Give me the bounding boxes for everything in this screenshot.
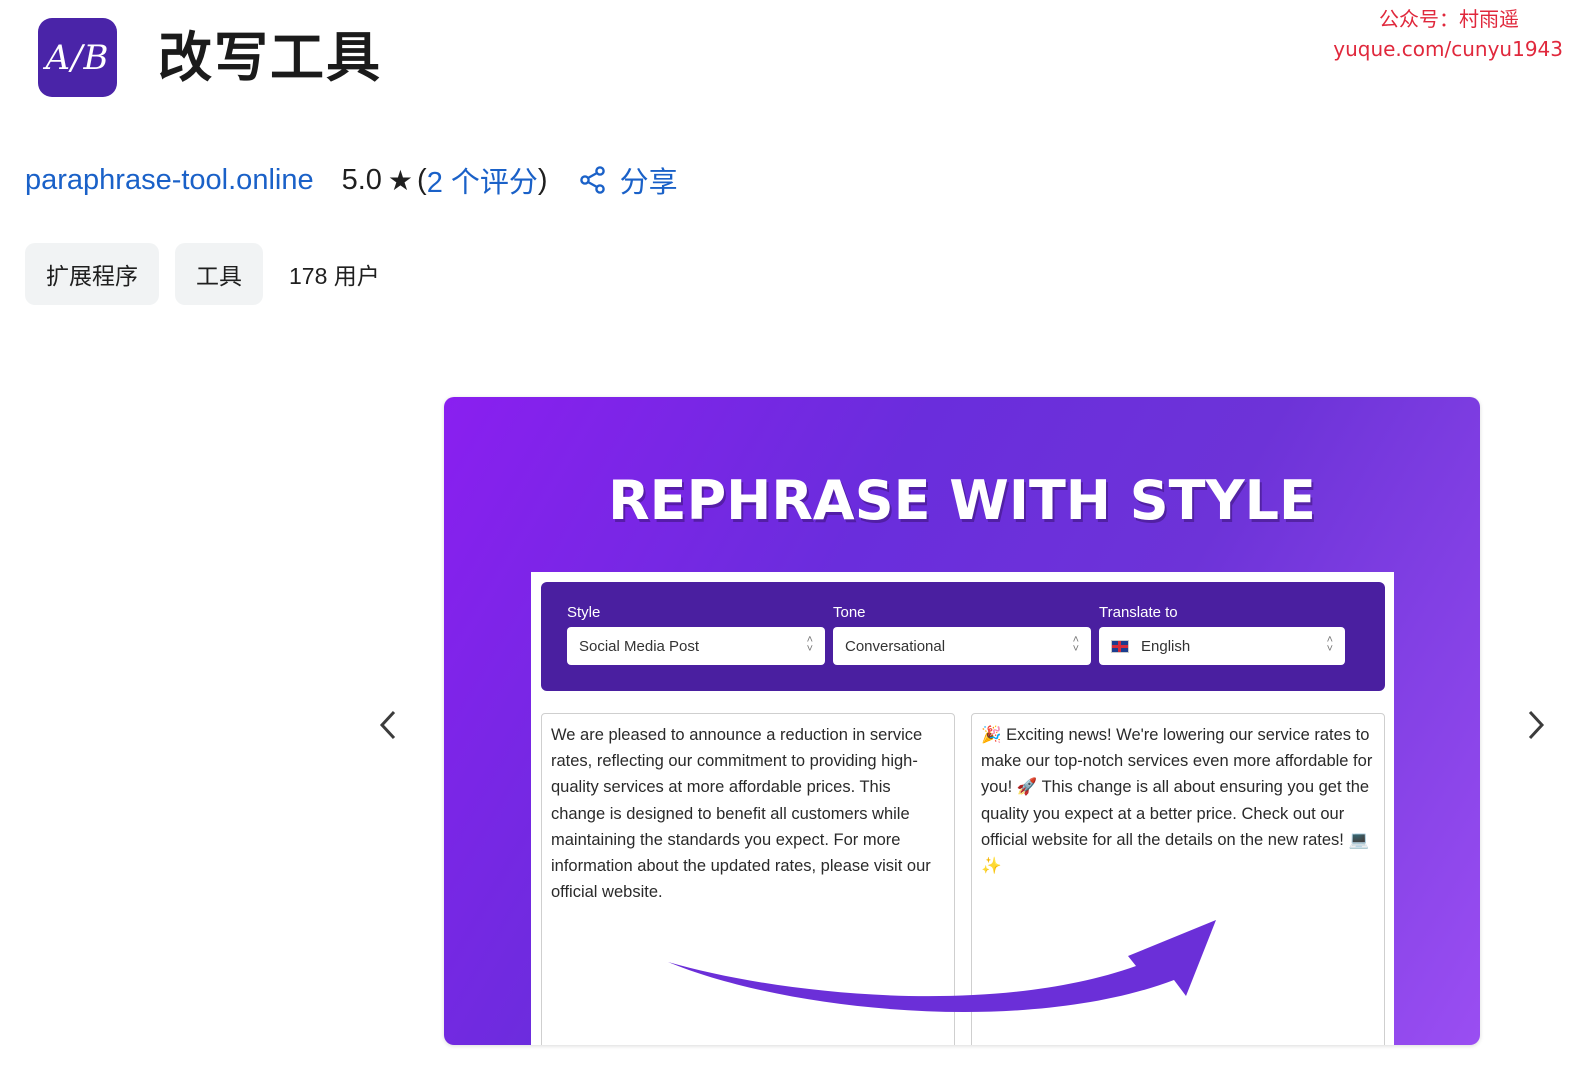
- reviews-open-paren: (: [417, 163, 427, 196]
- chevron-right-icon: [1528, 710, 1545, 740]
- app-logo-text: A/B: [45, 37, 110, 78]
- reviews-link[interactable]: 2 个评分: [427, 159, 538, 201]
- tone-value: Conversational: [845, 637, 946, 655]
- tone-control: Tone Conversational ˄ ˅: [833, 604, 1091, 665]
- watermark: 公众号：村雨遥 yuque.com/cunyu1943: [1333, 4, 1563, 64]
- style-value: Social Media Post: [579, 637, 700, 655]
- star-icon: ★: [387, 164, 414, 196]
- site-link[interactable]: paraphrase-tool.online: [25, 164, 314, 197]
- promo-headline: REPHRASE WITH STYLE: [608, 469, 1316, 532]
- app-logo: A/B: [38, 18, 117, 97]
- translate-label: Translate to: [1099, 604, 1178, 621]
- share-label: 分享: [619, 167, 678, 199]
- meta-row: paraphrase-tool.online 5.0 ★ ( 2 个评分 ) 分…: [25, 158, 678, 202]
- tone-select[interactable]: Conversational ˄ ˅: [833, 627, 1091, 665]
- style-control: Style Social Media Post ˄ ˅: [567, 604, 825, 665]
- control-bar: Style Social Media Post ˄ ˅ Tone Conversa…: [541, 582, 1385, 691]
- curved-arrow-icon: [668, 920, 1216, 1012]
- carousel-prev-button[interactable]: [366, 700, 410, 750]
- reviews-close-paren: ): [537, 163, 548, 196]
- watermark-line1: 公众号：村雨遥: [1379, 7, 1519, 31]
- style-label: Style: [567, 604, 601, 621]
- user-count: 178 用户: [289, 263, 380, 289]
- chips-row: 扩展程序 工具 178 用户: [25, 243, 380, 305]
- chevron-left-icon: [379, 710, 396, 740]
- app-title: 改写工具: [158, 25, 382, 89]
- rating: 5.0 ★ ( 2 个评分 ): [342, 159, 548, 201]
- translate-select[interactable]: English ˄ ˅: [1099, 627, 1345, 665]
- style-select[interactable]: Social Media Post ˄ ˅: [567, 627, 825, 665]
- carousel-next-button[interactable]: [1514, 700, 1558, 750]
- select-caret-icon: ˄ ˅: [1072, 634, 1079, 655]
- extension-detail-page: 公众号：村雨遥 yuque.com/cunyu1943 A/B 改写工具 par…: [0, 0, 1569, 1074]
- select-caret-icon: ˄ ˅: [1326, 634, 1333, 655]
- promo-screenshot: REPHRASE WITH STYLE Style Social Media P…: [444, 397, 1480, 1045]
- share-button[interactable]: 分享: [579, 159, 678, 201]
- chip-category[interactable]: 工具: [175, 243, 263, 305]
- uk-flag-icon: [1111, 639, 1129, 653]
- rating-value: 5.0: [341, 163, 382, 196]
- translate-control: Translate to English ˄ ˅: [1099, 604, 1345, 665]
- watermark-line2: yuque.com/cunyu1943: [1333, 37, 1563, 61]
- translate-value: English: [1141, 637, 1191, 655]
- tone-label: Tone: [833, 604, 866, 621]
- chip-type[interactable]: 扩展程序: [25, 243, 159, 305]
- select-caret-icon: ˄ ˅: [806, 634, 813, 655]
- share-icon: [579, 166, 605, 194]
